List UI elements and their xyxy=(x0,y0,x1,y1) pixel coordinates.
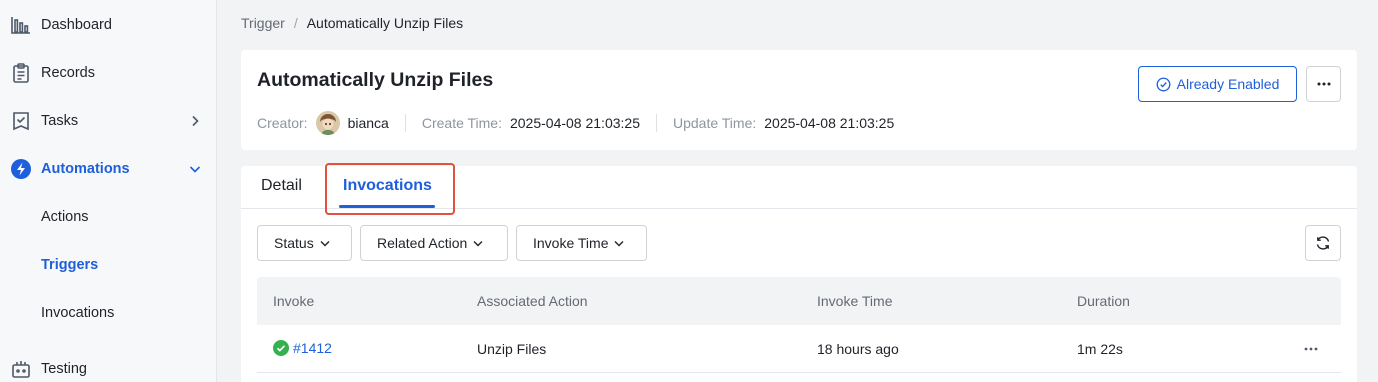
more-horizontal-icon xyxy=(1317,82,1330,86)
breadcrumb-current: Automatically Unzip Files xyxy=(306,15,464,31)
tab-invocations[interactable]: Invocations xyxy=(343,177,432,195)
bar-chart-icon xyxy=(10,14,32,36)
invoke-time-filter-label: Invoke Time xyxy=(533,235,609,251)
testing-icon xyxy=(10,358,32,380)
create-time-label: Create Time: xyxy=(421,115,502,131)
status-filter[interactable]: Status xyxy=(257,225,352,261)
sidebar-item-automations[interactable]: Automations xyxy=(0,149,216,189)
breadcrumb: Trigger / Automatically Unzip Files xyxy=(241,15,463,31)
related-action-filter-label: Related Action xyxy=(377,235,468,251)
sidebar-item-tasks[interactable]: Tasks xyxy=(0,101,216,141)
sidebar: Dashboard Records Tasks Automations Acti… xyxy=(0,0,217,382)
sidebar-item-label: Testing xyxy=(41,361,87,377)
invoke-id-link[interactable]: #1412 xyxy=(293,340,332,356)
create-time-value: 2025-04-08 21:03:25 xyxy=(509,115,640,131)
sidebar-item-actions[interactable]: Actions xyxy=(0,197,216,237)
sidebar-item-label: Invocations xyxy=(41,305,115,321)
sidebar-item-invocations[interactable]: Invocations xyxy=(0,293,216,333)
already-enabled-button[interactable]: Already Enabled xyxy=(1138,66,1297,102)
active-tab-indicator xyxy=(339,205,435,208)
row-more-button[interactable] xyxy=(1301,339,1321,359)
table-row[interactable]: #1412 Unzip Files 18 hours ago 1m 22s xyxy=(257,325,1341,373)
related-action-filter[interactable]: Related Action xyxy=(360,225,508,261)
associated-action-cell: Unzip Files xyxy=(477,341,547,357)
sidebar-item-label: Records xyxy=(41,65,95,81)
table-header: Invoke Associated Action Invoke Time Dur… xyxy=(257,277,1341,325)
tab-bar: Detail Invocations xyxy=(241,163,1357,215)
chevron-down-icon xyxy=(614,240,624,246)
duration-cell: 1m 22s xyxy=(1077,341,1123,357)
trigger-header-card: Automatically Unzip Files Creator: bianc… xyxy=(241,50,1357,150)
invoke-time-filter[interactable]: Invoke Time xyxy=(516,225,647,261)
invocations-card: Detail Invocations Status Related Action… xyxy=(241,163,1357,382)
breadcrumb-separator: / xyxy=(293,15,298,31)
invoke-time-cell: 18 hours ago xyxy=(817,341,899,357)
sidebar-item-triggers[interactable]: Triggers xyxy=(0,245,216,285)
clipboard-icon xyxy=(10,62,32,84)
main-content: Trigger / Automatically Unzip Files Auto… xyxy=(217,0,1378,382)
invoke-cell: #1412 xyxy=(273,340,332,356)
column-header-invoke-time: Invoke Time xyxy=(817,293,893,309)
update-time-value: 2025-04-08 21:03:25 xyxy=(764,115,895,131)
tab-detail[interactable]: Detail xyxy=(261,177,302,195)
sidebar-item-label: Tasks xyxy=(41,113,79,129)
task-list-icon xyxy=(10,110,32,132)
automation-icon xyxy=(10,158,32,180)
sidebar-item-label: Automations xyxy=(41,161,130,177)
sidebar-item-dashboard[interactable]: Dashboard xyxy=(0,5,216,45)
invocations-table: Invoke Associated Action Invoke Time Dur… xyxy=(257,277,1341,373)
breadcrumb-parent-link[interactable]: Trigger xyxy=(241,15,285,31)
success-check-icon xyxy=(273,340,289,356)
more-horizontal-icon xyxy=(1304,347,1318,351)
status-filter-label: Status xyxy=(274,235,314,251)
sidebar-item-label: Actions xyxy=(41,209,89,225)
chevron-right-icon xyxy=(188,114,202,128)
sidebar-item-testing[interactable]: Testing xyxy=(0,349,216,382)
already-enabled-label: Already Enabled xyxy=(1176,76,1280,92)
meta-divider xyxy=(655,114,657,132)
trigger-meta: Creator: bianca Create Time: 2025-04-08 … xyxy=(257,111,895,135)
creator-label: Creator: xyxy=(257,115,308,131)
sidebar-item-label: Dashboard xyxy=(41,17,112,33)
check-circle-icon xyxy=(1156,77,1171,91)
sidebar-item-label: Triggers xyxy=(41,257,99,273)
more-options-button[interactable] xyxy=(1306,66,1341,102)
chevron-down-icon xyxy=(473,240,483,246)
chevron-down-icon xyxy=(320,240,330,246)
chevron-down-icon xyxy=(188,162,202,176)
refresh-button[interactable] xyxy=(1305,225,1341,261)
column-header-associated-action: Associated Action xyxy=(477,293,588,309)
page-title: Automatically Unzip Files xyxy=(257,69,494,91)
sidebar-item-records[interactable]: Records xyxy=(0,53,216,93)
column-header-invoke: Invoke xyxy=(273,293,315,309)
avatar xyxy=(315,111,340,135)
meta-divider xyxy=(404,114,406,132)
creator-name: bianca xyxy=(347,115,389,131)
refresh-icon xyxy=(1316,236,1330,250)
update-time-label: Update Time: xyxy=(672,115,757,131)
column-header-duration: Duration xyxy=(1077,293,1130,309)
